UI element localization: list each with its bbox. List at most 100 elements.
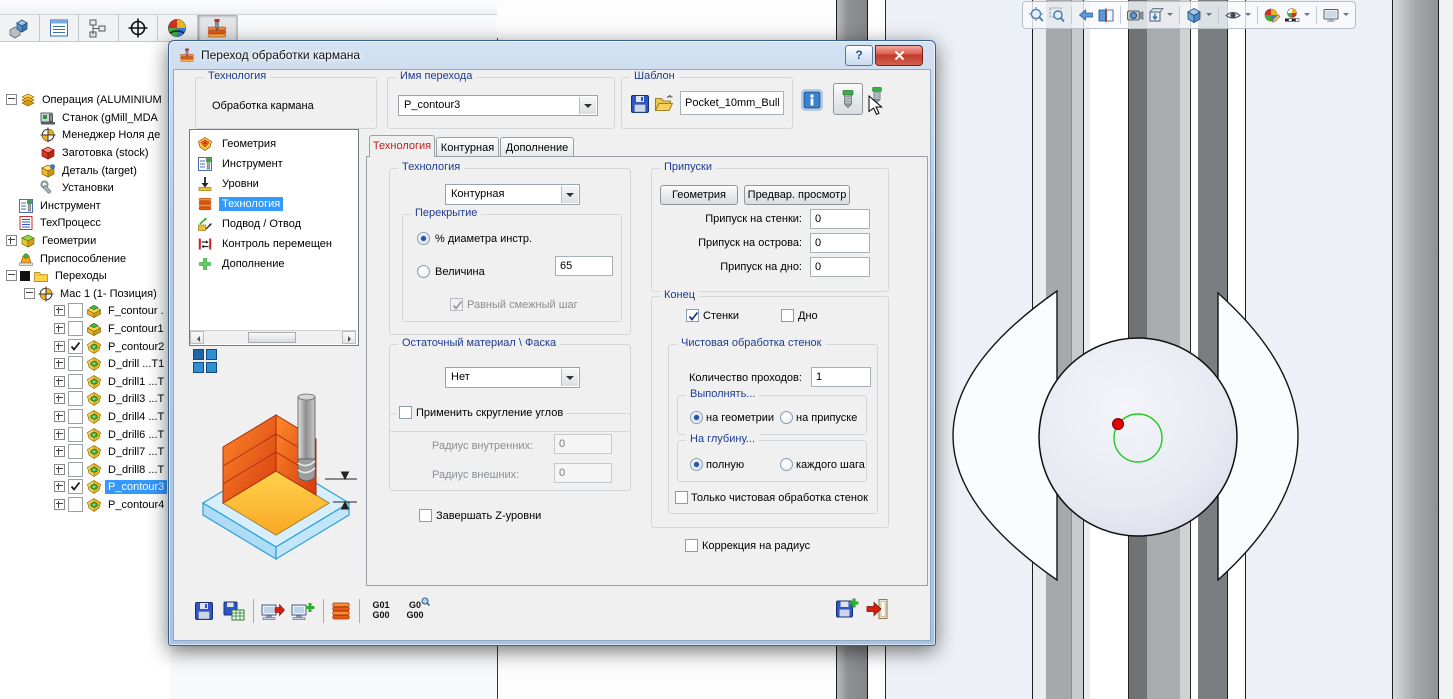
expand-icon[interactable]: [54, 411, 65, 422]
on-allowance-radio[interactable]: [780, 411, 793, 424]
nav-horizontal-scrollbar[interactable]: [190, 330, 356, 344]
tree-item-d-drill3[interactable]: D_drill3 ...T: [54, 390, 167, 407]
apply-scene-icon[interactable]: [1283, 6, 1301, 24]
only-wall-finish-checkbox[interactable]: [675, 491, 688, 504]
geometry-button[interactable]: Геометрия: [660, 185, 738, 205]
chevron-down-icon[interactable]: [1167, 13, 1173, 19]
chevron-down-icon[interactable]: [1304, 13, 1310, 19]
walls-checkbox-checked[interactable]: [686, 309, 699, 322]
expand-icon[interactable]: [54, 446, 65, 457]
checkbox[interactable]: [68, 409, 83, 424]
scroll-right-icon[interactable]: [342, 331, 356, 344]
nav-item-lead-in-out[interactable]: Подвод / Отвод: [197, 214, 304, 234]
zoom-area-icon[interactable]: [1048, 6, 1066, 24]
scroll-left-icon[interactable]: [190, 331, 204, 344]
nav-item-misc[interactable]: Дополнение: [197, 254, 287, 274]
expand-icon[interactable]: [54, 376, 65, 387]
toolbar-button-configurations[interactable]: [79, 15, 119, 41]
passes-count-field[interactable]: [811, 367, 871, 387]
nav-item-geometry[interactable]: Геометрия: [197, 134, 279, 154]
tree-item-f-contour1[interactable]: F_contour1: [54, 320, 167, 337]
tree-item-mac-position[interactable]: Мас 1 (1- Позиция): [24, 285, 160, 302]
overlap-value-field[interactable]: [555, 256, 613, 276]
tree-item-p-contour3-selected[interactable]: P_contour3: [54, 478, 168, 495]
tree-item-p-contour4[interactable]: P_contour4: [54, 496, 167, 513]
floor-allowance-field[interactable]: [810, 257, 870, 277]
save-button[interactable]: [194, 601, 214, 621]
save-and-calculate-button[interactable]: [223, 601, 245, 621]
checkbox[interactable]: [68, 391, 83, 406]
layers-button[interactable]: [330, 599, 352, 623]
tool-data-button[interactable]: [833, 83, 863, 115]
tree-item-target[interactable]: Деталь (target): [40, 162, 140, 179]
checkbox[interactable]: [68, 303, 83, 318]
corner-rounding-checkbox[interactable]: [399, 406, 412, 419]
help-button[interactable]: ?: [845, 45, 873, 66]
expand-icon[interactable]: [54, 429, 65, 440]
tree-item-fixture[interactable]: Приспособление: [18, 250, 129, 267]
expand-ic[interactable]: [54, 323, 65, 334]
view-orientation-icon[interactable]: [1146, 6, 1164, 24]
nav-item-technology-selected[interactable]: Технология: [197, 194, 284, 214]
zoom-fit-icon[interactable]: [1028, 6, 1046, 24]
operation-name-combo[interactable]: P_contour3: [398, 95, 598, 116]
view-settings-icon[interactable]: [1322, 6, 1340, 24]
exit-button[interactable]: [865, 597, 889, 621]
tree-item-machine[interactable]: Станок (gMill_MDA: [40, 109, 161, 126]
tree-item-d-drill7[interactable]: D_drill7 ...T: [54, 443, 167, 460]
each-step-radio[interactable]: [780, 458, 793, 471]
tree-item-d-drill1[interactable]: D_drill1 ...T: [54, 373, 167, 390]
percent-diameter-radio[interactable]: [417, 232, 430, 245]
gcode-button[interactable]: G01 G00: [367, 600, 395, 620]
hide-show-icon[interactable]: [1224, 6, 1242, 24]
on-geometry-radio[interactable]: [690, 411, 703, 424]
checkbox-checked[interactable]: [68, 479, 83, 494]
expand-icon[interactable]: [54, 464, 65, 475]
wall-allowance-field[interactable]: [810, 209, 870, 229]
chevron-down-icon[interactable]: [561, 369, 578, 386]
tree-item-geometries[interactable]: Геометрии: [6, 232, 99, 249]
save-template-icon[interactable]: [630, 94, 650, 114]
nav-item-motion-control[interactable]: Контроль перемещен: [197, 234, 335, 254]
full-depth-radio[interactable]: [690, 458, 703, 471]
toolbar-button-part[interactable]: [0, 15, 40, 41]
tree-item-p-contour2[interactable]: P_contour2: [54, 338, 167, 355]
chevron-down-icon[interactable]: [1343, 13, 1349, 19]
template-name-field[interactable]: [680, 91, 784, 115]
info-button[interactable]: [801, 89, 823, 111]
expand-icon[interactable]: [6, 235, 17, 246]
chevron-down-icon[interactable]: [579, 97, 596, 114]
tab-contour[interactable]: Контурная: [436, 137, 499, 156]
tree-item-zero-manager[interactable]: Менеджер Ноля де: [40, 126, 163, 143]
tree-item-d-drill6[interactable]: D_drill6 ...T: [54, 426, 167, 443]
checkbox[interactable]: [68, 374, 83, 389]
tree-item-d-drill4[interactable]: D_drill4 ...T: [54, 408, 167, 425]
gcode-view-button[interactable]: G0 G00: [401, 597, 430, 620]
expand-icon[interactable]: [54, 393, 65, 404]
radius-compensation-checkbox[interactable]: [685, 539, 698, 552]
collapse-icon[interactable]: [6, 94, 17, 105]
island-allowance-field[interactable]: [810, 233, 870, 253]
open-template-icon[interactable]: [654, 95, 674, 113]
chevron-down-icon[interactable]: [1245, 13, 1251, 19]
tree-item-settings[interactable]: Установки: [40, 179, 117, 196]
camera-icon[interactable]: [1126, 6, 1144, 24]
tree-item-stock[interactable]: Заготовка (stock): [40, 144, 152, 161]
checkbox-checked[interactable]: [68, 339, 83, 354]
expand-icon[interactable]: [54, 341, 65, 352]
toolbar-button-appearance-sphere[interactable]: [158, 15, 198, 41]
tree-item-d-drill8[interactable]: D_drill8 ...T: [54, 461, 167, 478]
chevron-down-icon[interactable]: [1206, 13, 1212, 19]
nav-item-levels[interactable]: Уровни: [197, 174, 262, 194]
expand-icon[interactable]: [54, 499, 65, 510]
nav-item-tool[interactable]: Инструмент: [197, 154, 286, 174]
value-radio[interactable]: [417, 265, 430, 278]
checkbox[interactable]: [68, 462, 83, 477]
technology-combo[interactable]: Контурная: [445, 184, 580, 205]
tree-item-tool[interactable]: Инструмент: [18, 197, 104, 214]
expand-icon[interactable]: [54, 481, 65, 492]
collapse-icon[interactable]: [6, 270, 17, 281]
expand-icon[interactable]: [54, 305, 65, 316]
tree-item-operation[interactable]: Операция (ALUMINIUM: [6, 91, 165, 108]
floor-checkbox[interactable]: [781, 309, 794, 322]
